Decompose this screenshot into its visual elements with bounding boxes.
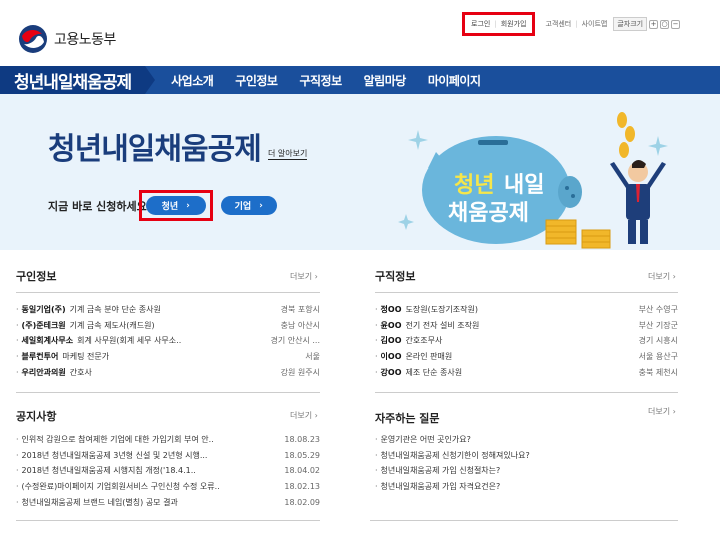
ministry-name: 고용노동부: [54, 32, 116, 48]
job-offers-title: 구인정보: [16, 270, 57, 283]
hero-title: 청년내일채움공제: [48, 132, 262, 167]
job-offers-more-link[interactable]: 더보기 ›: [290, 271, 318, 282]
list-item[interactable]: · 운영기관은 어떤 곳인가요?: [375, 432, 678, 448]
faq-list: · 운영기관은 어떤 곳인가요? · 청년내일채움공제 신청기한이 정해져있나요? …: [375, 432, 678, 494]
site-header: 고용노동부 로그인 | 회원가입 고객센터 | 사이트맵 글자크기 + ○ −: [0, 0, 720, 64]
nav-item-mypage[interactable]: 마이페이지: [428, 72, 481, 89]
ministry-logo[interactable]: 고용노동부: [18, 24, 116, 54]
divider: [375, 292, 678, 293]
coin-icon: [617, 112, 635, 158]
pig-text-tomorrow: 내일: [504, 173, 544, 198]
divider: [16, 392, 320, 393]
pig-text-fill: 채움공제: [448, 201, 529, 226]
notices-more-link[interactable]: 더보기 ›: [290, 410, 318, 421]
list-item[interactable]: · 인위적 감원으로 참여제한 기업에 대한 가입기회 부여 안.. 18.08.2…: [16, 432, 320, 448]
list-item[interactable]: · (수정완료)마이페이지 기업회원서비스 구인신청 수정 오류.. 18.02.1…: [16, 479, 320, 495]
list-item[interactable]: · 청년내일채움공제 가입 신청절차는?: [375, 463, 678, 479]
login-link[interactable]: 로그인: [471, 19, 490, 29]
divider: [375, 392, 678, 393]
list-item[interactable]: · 우리안과의원 간호사 강원 원주시: [16, 364, 320, 380]
company-apply-button[interactable]: 기업 ›: [220, 196, 277, 215]
youth-apply-label: 청년: [161, 202, 179, 212]
job-seekers-more-link[interactable]: 더보기 ›: [648, 271, 676, 282]
businessman-icon: [610, 160, 666, 244]
learn-more-link[interactable]: 더 알아보기: [268, 148, 308, 160]
nav-brand[interactable]: 청년내일채움공제: [0, 66, 156, 94]
list-item[interactable]: · 윤OO 전기 전자 설비 조작원 부산 기장군: [375, 318, 678, 334]
hero-banner: 청년내일채움공제 더 알아보기 지금 바로 신청하세요 청년 › 기업 › 청년…: [0, 94, 720, 250]
apply-label: 지금 바로 신청하세요: [48, 199, 147, 213]
taegeuk-logo-icon: [19, 25, 47, 53]
list-item[interactable]: · 청년내일채움공제 가입 자격요건은?: [375, 479, 678, 495]
separator: |: [575, 20, 578, 28]
main-nav: 청년내일채움공제 사업소개 구인정보 구직정보 알림마당 마이페이지: [0, 66, 720, 94]
list-item[interactable]: · 강OO 제조 단순 종사원 충북 제천시: [375, 364, 678, 380]
list-item[interactable]: · 이OO 온라인 판매원 서울 용산구: [375, 349, 678, 365]
separator: |: [494, 20, 497, 28]
pig-text-youth: 청년: [454, 173, 494, 198]
font-size-label: 글자크기: [613, 17, 648, 31]
list-item[interactable]: · 동일기업(주) 기계 금속 분야 단순 종사원 경북 포항시: [16, 302, 320, 318]
utility-bar: 로그인 | 회원가입 고객센터 | 사이트맵 글자크기 + ○ −: [462, 12, 681, 36]
youth-apply-button[interactable]: 청년 ›: [145, 196, 206, 215]
list-item[interactable]: · 2018년 청년내일채움공제 3년형 신설 및 2년형 시행... 18.05.…: [16, 448, 320, 464]
signup-link[interactable]: 회원가입: [501, 19, 527, 29]
divider: [370, 520, 678, 521]
font-reset-icon[interactable]: ○: [660, 19, 670, 29]
list-item[interactable]: · (주)준테크원 기계 금속 제도사(캐드원) 충남 아산시: [16, 318, 320, 334]
login-signup-highlight: 로그인 | 회원가입: [462, 12, 536, 36]
notices-list: · 인위적 감원으로 참여제한 기업에 대한 가입기회 부여 안.. 18.08.2…: [16, 432, 320, 510]
nav-item-job-offers[interactable]: 구인정보: [235, 72, 278, 89]
faq-title: 자주하는 질문: [375, 412, 440, 425]
list-item[interactable]: · 블루컨투어 마케팅 전문가 서울: [16, 349, 320, 365]
nav-item-business-intro[interactable]: 사업소개: [171, 72, 214, 89]
divider: [16, 292, 320, 293]
list-item[interactable]: · 2018년 청년내일채움공제 시행지침 개정('18.4.1.. 18.04.0…: [16, 463, 320, 479]
sitemap-link[interactable]: 사이트맵: [582, 19, 608, 29]
job-offers-list: · 동일기업(주) 기계 금속 분야 단순 종사원 경북 포항시 · (주)준테크원 기계…: [16, 302, 320, 380]
chevron-right-icon: ›: [186, 200, 190, 211]
job-seekers-list: · 정OO 도장원(도장기조작원) 부산 수영구 · 윤OO 전기 전자 설비 조작원 부산…: [375, 302, 678, 380]
font-size-control: 글자크기 + ○ −: [613, 17, 681, 31]
apply-row: 지금 바로 신청하세요 청년 › 기업 ›: [48, 190, 277, 221]
nav-menu: 사업소개 구인정보 구직정보 알림마당 마이페이지: [171, 72, 481, 89]
font-increase-icon[interactable]: +: [649, 19, 659, 29]
notices-title: 공지사항: [16, 410, 57, 423]
list-item[interactable]: · 청년내일채움공제 브랜드 네임(별칭) 공모 결과 18.02.09: [16, 494, 320, 510]
divider: [16, 520, 320, 521]
list-item[interactable]: · 정OO 도장원(도장기조작원) 부산 수영구: [375, 302, 678, 318]
list-item[interactable]: · 세일회계사무소 회계 사무원(회계 세무 사무소.. 경기 안산시 ...: [16, 333, 320, 349]
nav-item-notices[interactable]: 알림마당: [364, 72, 407, 89]
customer-center-link[interactable]: 고객센터: [545, 19, 571, 29]
company-apply-label: 기업: [234, 202, 252, 212]
piggy-bank-illustration: 청년 내일 채움공제: [398, 112, 668, 249]
faq-more-link[interactable]: 더보기 ›: [648, 406, 676, 417]
job-seekers-title: 구직정보: [375, 270, 416, 283]
nav-item-job-seekers[interactable]: 구직정보: [299, 72, 342, 89]
list-item[interactable]: · 청년내일채움공제 신청기한이 정해져있나요?: [375, 448, 678, 464]
font-decrease-icon[interactable]: −: [671, 19, 681, 29]
list-item[interactable]: · 김OO 간호조무사 경기 시흥시: [375, 333, 678, 349]
chevron-right-icon: ›: [259, 200, 263, 211]
youth-button-highlight: 청년 ›: [138, 190, 213, 221]
